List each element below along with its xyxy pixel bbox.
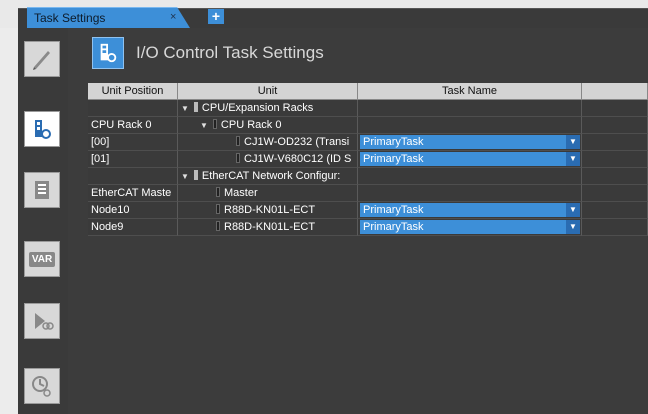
table-row[interactable]: Node10 R88D-KN01L-ECT PrimaryTask ▼ <box>88 202 648 219</box>
chevron-down-icon[interactable]: ▼ <box>566 152 580 166</box>
table-header: Unit Position Unit Task Name <box>88 83 648 100</box>
tab-task-settings[interactable]: Task Settings × <box>27 7 190 28</box>
table-row[interactable]: [01] CJ1W-V680C12 (ID S PrimaryTask ▼ <box>88 151 648 168</box>
tab-label: Task Settings <box>34 11 106 25</box>
unit-icon <box>236 136 240 146</box>
collapse-icon[interactable]: ▼ <box>200 121 208 130</box>
add-tab-button[interactable]: + <box>208 9 224 24</box>
column-header-unit[interactable]: Unit <box>178 83 358 100</box>
row-unit: CJ1W-V680C12 (ID S <box>244 153 352 165</box>
row-unit: EtherCAT Network Configur: <box>201 170 341 182</box>
node-icon <box>216 204 220 214</box>
task-name-select[interactable]: PrimaryTask ▼ <box>360 203 580 217</box>
row-position <box>88 100 178 117</box>
table-row[interactable]: CPU Rack 0 ▼ CPU Rack 0 <box>88 117 648 134</box>
row-unit: R88D-KN01L-ECT <box>224 204 316 216</box>
page-header: I/O Control Task Settings <box>78 33 638 73</box>
row-unit: R88D-KN01L-ECT <box>224 221 316 233</box>
collapse-icon[interactable]: ▼ <box>181 172 189 181</box>
chevron-down-icon[interactable]: ▼ <box>566 135 580 149</box>
table-row[interactable]: Node9 R88D-KN01L-ECT PrimaryTask ▼ <box>88 219 648 236</box>
page-title: I/O Control Task Settings <box>136 43 324 62</box>
row-position: [00] <box>88 134 178 151</box>
chevron-down-icon[interactable]: ▼ <box>566 203 580 217</box>
tab-close-icon[interactable]: × <box>170 11 176 23</box>
node-icon <box>216 221 220 231</box>
column-header-task-name[interactable]: Task Name <box>358 83 582 100</box>
sidebar-item-edit[interactable] <box>24 41 60 77</box>
sidebar-item-program-assign[interactable] <box>24 303 60 339</box>
network-icon <box>193 170 198 180</box>
row-position: [01] <box>88 151 178 168</box>
task-name-select[interactable]: PrimaryTask ▼ <box>360 135 580 149</box>
table-row[interactable]: [00] CJ1W-OD232 (Transi PrimaryTask ▼ <box>88 134 648 151</box>
row-position: Node10 <box>88 202 178 219</box>
rack-icon <box>212 119 217 129</box>
row-unit: CPU/Expansion Racks <box>201 102 314 114</box>
row-position: Node9 <box>88 219 178 236</box>
row-position: EtherCAT Maste <box>88 185 178 202</box>
row-unit: CPU Rack 0 <box>220 119 282 131</box>
program-assign-icon <box>35 313 54 330</box>
io-control-icon <box>35 120 51 139</box>
column-header-extra <box>582 83 648 100</box>
collapse-icon[interactable]: ▼ <box>181 104 189 113</box>
task-name-select[interactable]: PrimaryTask ▼ <box>360 152 580 166</box>
var-icon: VAR <box>28 251 56 267</box>
row-position <box>88 168 178 185</box>
column-header-unit-position[interactable]: Unit Position <box>88 83 178 100</box>
rack-icon <box>193 102 198 112</box>
sidebar-item-task-timing[interactable] <box>24 368 60 404</box>
sidebar-item-var[interactable]: VAR <box>24 241 60 277</box>
io-control-icon <box>92 37 124 69</box>
sidebar: VAR <box>18 28 68 414</box>
unit-icon <box>236 153 240 163</box>
table-row[interactable]: ▼ EtherCAT Network Configur: <box>88 168 648 185</box>
sidebar-item-io-control[interactable] <box>24 111 60 147</box>
master-icon <box>216 187 220 197</box>
row-task <box>358 100 582 117</box>
editor-pane: I/O Control Task Settings Unit Position … <box>68 28 648 414</box>
task-name-select[interactable]: PrimaryTask ▼ <box>360 220 580 234</box>
table-row[interactable]: ▼ CPU/Expansion Racks <box>88 100 648 117</box>
row-unit: CJ1W-OD232 (Transi <box>244 136 350 148</box>
clock-icon <box>32 376 51 397</box>
chevron-down-icon[interactable]: ▼ <box>566 220 580 234</box>
sidebar-item-list[interactable] <box>24 172 60 208</box>
row-position: CPU Rack 0 <box>88 117 178 134</box>
list-icon <box>35 181 49 199</box>
table-row[interactable]: EtherCAT Maste Master <box>88 185 648 202</box>
pencil-icon <box>33 51 50 70</box>
row-unit: Master <box>224 187 258 199</box>
